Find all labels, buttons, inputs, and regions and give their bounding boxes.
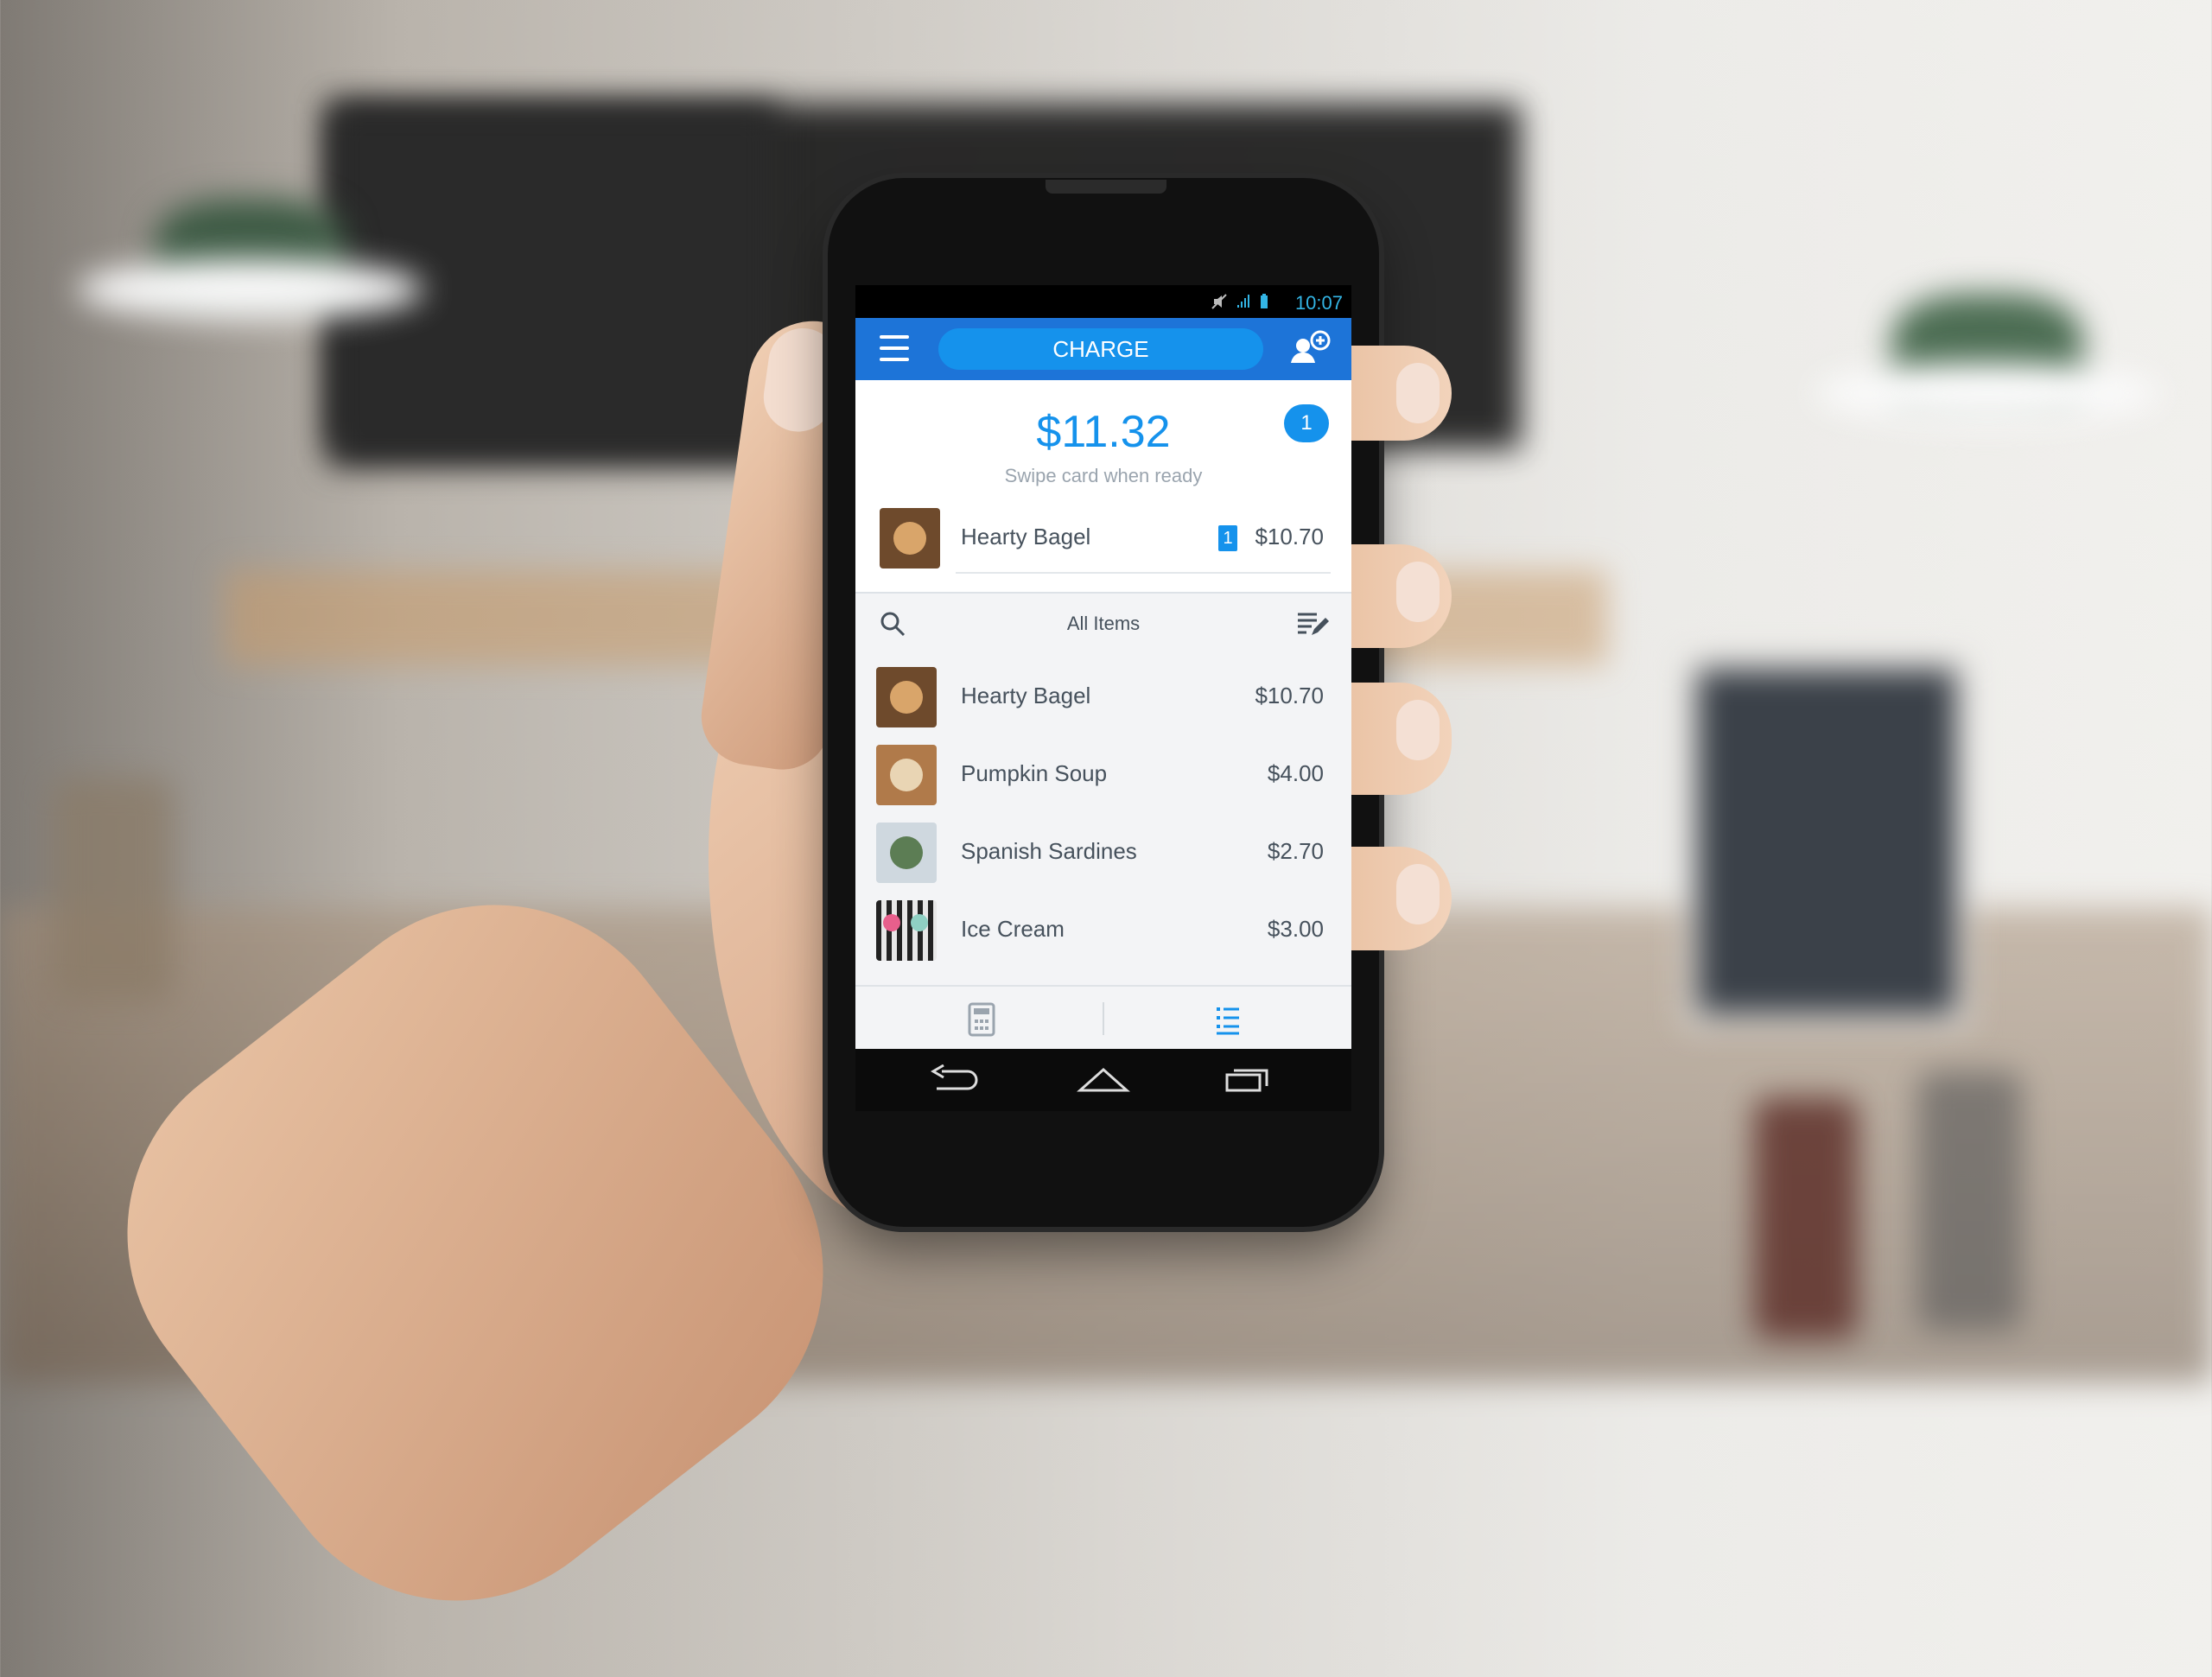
background-bottle [1754, 1097, 1858, 1339]
library-title[interactable]: All Items [855, 613, 1351, 635]
background-bottle-2 [1918, 1071, 2022, 1331]
home-icon[interactable] [1073, 1064, 1134, 1096]
bagel-thumbnail [876, 667, 937, 727]
item-row-pumpkin-soup[interactable]: Pumpkin Soup $4.00 [855, 736, 1351, 814]
item-row-ice-cream[interactable]: Ice Cream $3.00 [855, 892, 1351, 969]
phone-screen: 10:07 CHARGE $11.32 Swipe card when read… [855, 285, 1351, 1049]
swipe-hint: Swipe card when ready [1004, 465, 1203, 486]
status-time: 10:07 [1294, 292, 1343, 314]
system-nav-bar [855, 1049, 1351, 1111]
order-item-name: Hearty Bagel [961, 524, 1091, 549]
item-name: Spanish Sardines [961, 838, 1137, 864]
charge-button[interactable]: CHARGE [938, 328, 1263, 370]
item-name: Pumpkin Soup [961, 760, 1108, 786]
list-icon[interactable] [1201, 1000, 1253, 1039]
edit-list-icon[interactable] [1296, 609, 1329, 638]
status-bar: 10:07 [855, 285, 1351, 318]
item-price: $10.70 [1255, 683, 1324, 708]
battery-icon [1261, 294, 1268, 308]
bagel-thumbnail [880, 508, 940, 569]
hamburger-icon[interactable] [880, 335, 909, 361]
sardines-thumbnail [876, 823, 937, 883]
sale-summary: $11.32 Swipe card when ready 1 Hearty Ba… [855, 380, 1351, 592]
item-price: $3.00 [1267, 916, 1324, 942]
ice-cream-thumbnail [876, 900, 937, 961]
background-lamp-glow-right [1815, 363, 2160, 423]
background-picture-frame [1685, 657, 1968, 1026]
calculator-icon[interactable] [956, 1000, 1007, 1039]
add-customer-icon[interactable] [1289, 328, 1332, 370]
app-bar: CHARGE [855, 318, 1351, 380]
order-item-qty: 1 [1218, 525, 1237, 551]
item-row-hearty-bagel[interactable]: Hearty Bagel $10.70 [855, 658, 1351, 736]
item-name: Hearty Bagel [961, 683, 1091, 708]
divider [956, 572, 1331, 574]
signal-icon [1237, 295, 1249, 308]
mute-icon [1211, 294, 1227, 309]
recents-icon[interactable] [1218, 1064, 1279, 1096]
cart-count-badge[interactable]: 1 [1284, 404, 1329, 442]
back-icon[interactable] [925, 1064, 985, 1096]
sale-total: $11.32 [1036, 407, 1171, 457]
divider [1103, 1002, 1104, 1035]
order-line-item[interactable]: Hearty Bagel 1 $10.70 [855, 501, 1351, 574]
item-list: Hearty Bagel $10.70 Pumpkin Soup $4.00 S… [855, 658, 1351, 969]
phone-speaker [1046, 180, 1166, 194]
background-lamp-glow-left [78, 259, 423, 320]
order-item-price: $10.70 [1255, 524, 1324, 549]
item-price: $2.70 [1267, 838, 1324, 864]
soup-thumbnail [876, 745, 937, 805]
library-toolbar: All Items [855, 594, 1351, 656]
bottom-tab-bar [855, 985, 1351, 1049]
item-price: $4.00 [1267, 760, 1324, 786]
background-jar [52, 778, 173, 1002]
item-name: Ice Cream [961, 916, 1065, 942]
item-row-spanish-sardines[interactable]: Spanish Sardines $2.70 [855, 814, 1351, 892]
